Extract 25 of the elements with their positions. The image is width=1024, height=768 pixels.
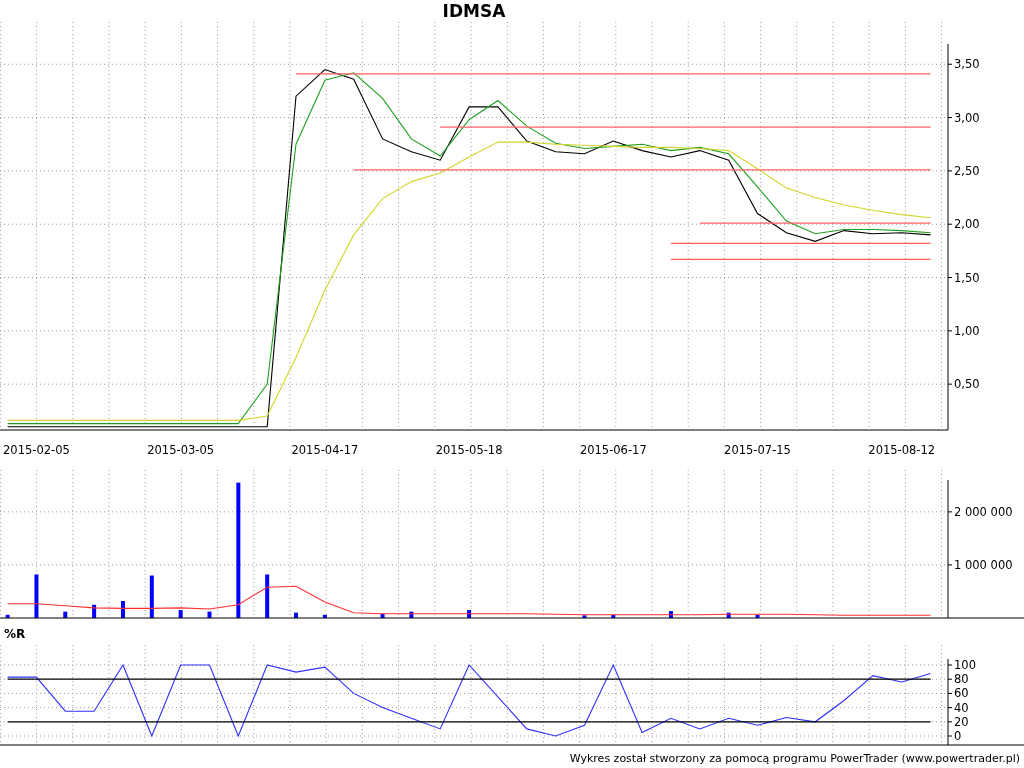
- axis-label: 60: [954, 686, 969, 701]
- axis-label: 0,50: [954, 377, 980, 392]
- axis-label: 2015-06-17: [579, 443, 647, 457]
- axis-label: 80: [954, 672, 969, 687]
- axis-label: 1,00: [954, 323, 980, 338]
- chart-title: IDMSA: [442, 1, 506, 21]
- axis-label: 2015-02-05: [3, 443, 70, 457]
- axis-label: 2,50: [954, 163, 980, 178]
- axis-label: 2,00: [954, 217, 980, 232]
- axis-label: 2015-08-12: [868, 443, 936, 457]
- axis-label: 2015-03-05: [147, 443, 215, 457]
- axis-label: 1 000 000: [954, 557, 1013, 572]
- axis-label: 2015-04-17: [291, 443, 359, 457]
- axis-label: 100: [954, 658, 976, 672]
- axis-label: 2 000 000: [954, 504, 1013, 519]
- footer-note: Wykres został stworzony za pomocą programu PowerTrader (www.powertrader.pl): [569, 751, 1020, 765]
- axis-label: 1,50: [954, 270, 980, 285]
- axis-label: 20: [954, 714, 969, 729]
- axis-label: 40: [954, 700, 969, 715]
- indicator-label: %R: [4, 626, 26, 641]
- axis-label: 3,00: [954, 110, 980, 125]
- axis-label: 0: [954, 729, 962, 743]
- axis-label: 2015-07-15: [724, 443, 791, 457]
- axis-label: 3,50: [954, 57, 980, 72]
- axis-label: 2015-05-18: [435, 443, 503, 457]
